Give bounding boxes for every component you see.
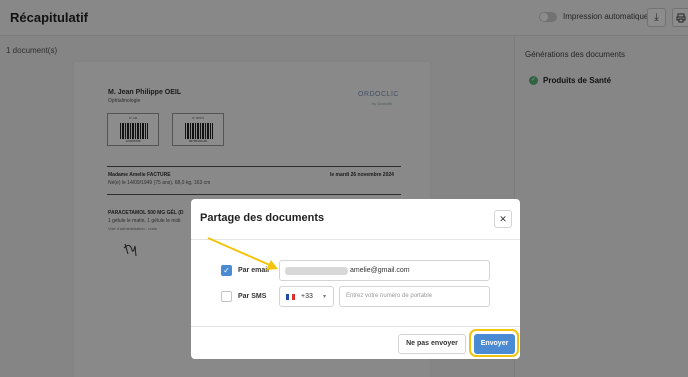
sms-checkbox[interactable] xyxy=(221,291,232,302)
close-icon: ✕ xyxy=(499,214,507,224)
sms-option-label: Par SMS xyxy=(238,293,267,300)
phone-input[interactable]: Entrez votre numéro de portable xyxy=(339,286,490,307)
annotation-arrow-icon xyxy=(207,237,278,270)
redacted-text xyxy=(285,267,348,275)
cancel-button[interactable]: Ne pas envoyer xyxy=(398,334,466,354)
france-flag-icon xyxy=(286,294,295,300)
close-button[interactable]: ✕ xyxy=(494,210,512,228)
divider xyxy=(191,326,520,327)
email-value: amelie@gmail.com xyxy=(350,267,410,274)
modal-title: Partage des documents xyxy=(200,212,325,224)
country-code: +33 xyxy=(301,293,313,300)
country-code-select[interactable]: +33 ▾ xyxy=(279,286,334,307)
send-button-highlight xyxy=(469,329,519,357)
phone-placeholder: Entrez votre numéro de portable xyxy=(346,293,433,299)
chevron-down-icon: ▾ xyxy=(323,294,327,300)
email-field[interactable]: amelie@gmail.com xyxy=(279,260,490,281)
